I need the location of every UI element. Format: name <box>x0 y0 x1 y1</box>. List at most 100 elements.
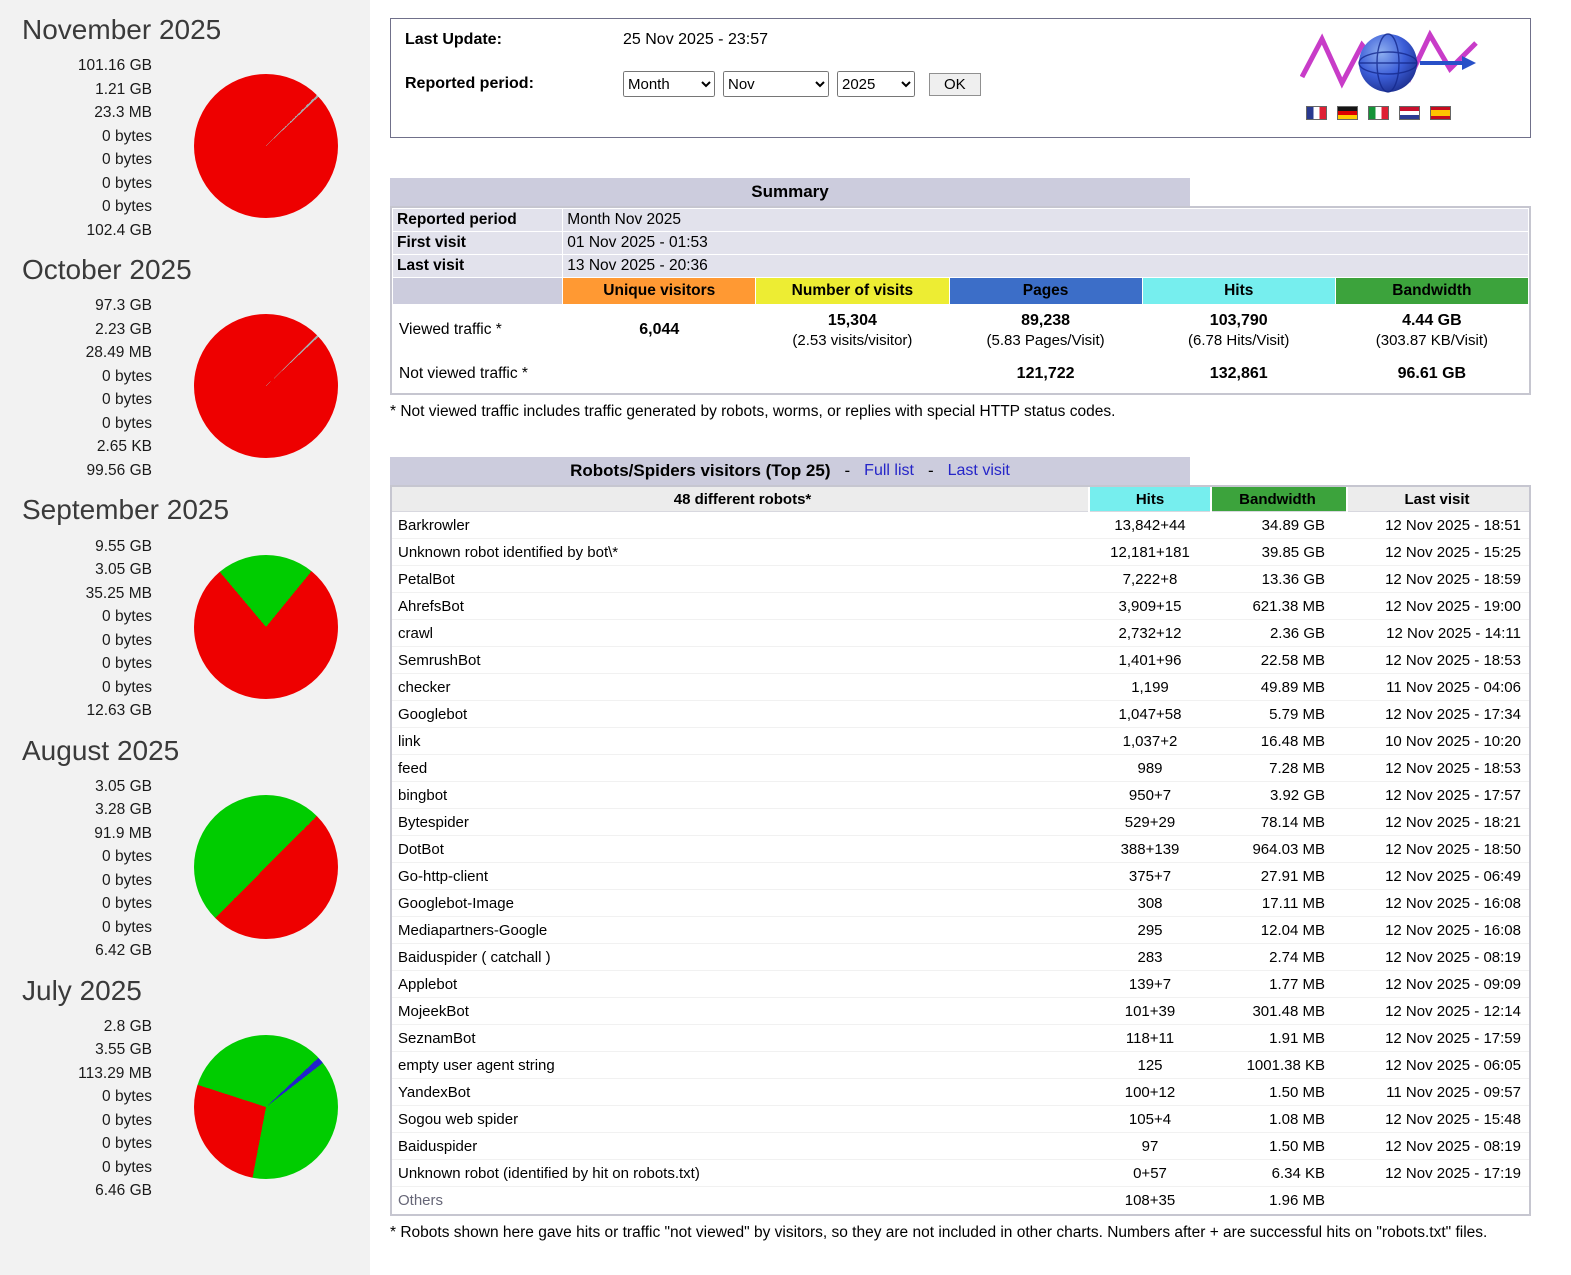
month-value: 1.21 GB <box>0 78 152 102</box>
robot-hits: 2,732+12 <box>1089 620 1211 647</box>
period-month-select[interactable]: Nov <box>723 71 829 97</box>
robot-hits: 3,909+15 <box>1089 593 1211 620</box>
robot-row: Applebot 139+7 1.77 MB 12 Nov 2025 - 09:… <box>392 971 1529 998</box>
viewed-pages: 89,238 (5.83 Pages/Visit) <box>950 305 1142 355</box>
robot-bandwidth: 1.08 MB <box>1211 1106 1347 1133</box>
robot-name: Unknown robot (identified by hit on robo… <box>392 1160 1089 1187</box>
viewed-hits: 103,790 (6.78 Hits/Visit) <box>1143 305 1335 355</box>
robot-bandwidth: 2.74 MB <box>1211 944 1347 971</box>
robot-hits: 1,037+2 <box>1089 728 1211 755</box>
period-granularity-select[interactable]: Month <box>623 71 715 97</box>
robot-bandwidth: 17.11 MB <box>1211 890 1347 917</box>
month-value: 0 bytes <box>0 1109 152 1133</box>
robot-bandwidth: 3.92 GB <box>1211 782 1347 809</box>
robot-bandwidth: 1.96 MB <box>1211 1187 1347 1214</box>
month-pie-chart <box>194 795 338 939</box>
month-value: 0 bytes <box>0 125 152 149</box>
month-title: October 2025 <box>22 254 370 286</box>
robot-row: empty user agent string 125 1001.38 KB 1… <box>392 1052 1529 1079</box>
flag-spain-icon[interactable] <box>1430 106 1451 120</box>
separator: - <box>845 461 851 481</box>
robot-row: AhrefsBot 3,909+15 621.38 MB 12 Nov 2025… <box>392 593 1529 620</box>
month-value: 0 bytes <box>0 629 152 653</box>
robot-row: link 1,037+2 16.48 MB 10 Nov 2025 - 10:2… <box>392 728 1529 755</box>
robot-name: Applebot <box>392 971 1089 998</box>
not-viewed-traffic-label: Not viewed traffic * <box>393 356 562 392</box>
month-value: 0 bytes <box>0 412 152 436</box>
month-values: 101.16 GB1.21 GB23.3 MB0 bytes0 bytes0 b… <box>0 54 152 242</box>
summary-header-bar: Summary <box>390 178 1190 206</box>
robot-last-visit: 12 Nov 2025 - 16:08 <box>1347 890 1529 917</box>
month-value: 6.46 GB <box>0 1179 152 1203</box>
flag-italy-icon[interactable] <box>1368 106 1389 120</box>
robot-last-visit: 12 Nov 2025 - 15:25 <box>1347 539 1529 566</box>
robot-name: link <box>392 728 1089 755</box>
robot-hits: 97 <box>1089 1133 1211 1160</box>
flag-germany-icon[interactable] <box>1337 106 1358 120</box>
robot-row: Barkrowler 13,842+44 34.89 GB 12 Nov 202… <box>392 512 1529 539</box>
flag-netherlands-icon[interactable] <box>1399 106 1420 120</box>
summary-columns-row: Unique visitors Number of visits Pages H… <box>393 278 1528 304</box>
last-update-label: Last Update: <box>405 31 623 49</box>
robot-hits: 0+57 <box>1089 1160 1211 1187</box>
robot-hits: 388+139 <box>1089 836 1211 863</box>
month-value: 0 bytes <box>0 195 152 219</box>
robot-last-visit: 12 Nov 2025 - 18:53 <box>1347 755 1529 782</box>
robots-header-bar: Robots/Spiders visitors (Top 25) - Full … <box>390 457 1190 485</box>
robot-row: Googlebot-Image 308 17.11 MB 12 Nov 2025… <box>392 890 1529 917</box>
robot-bandwidth: 1.50 MB <box>1211 1133 1347 1160</box>
col-unique-visitors: Unique visitors <box>563 278 755 304</box>
month-value: 3.05 GB <box>0 775 152 799</box>
month-summary-block: November 2025 101.16 GB1.21 GB23.3 MB0 b… <box>0 14 370 242</box>
robot-name: Googlebot-Image <box>392 890 1089 917</box>
month-value: 0 bytes <box>0 148 152 172</box>
robot-name: Others <box>392 1187 1089 1214</box>
reported-period-info-row: Reported period Month Nov 2025 <box>393 209 1528 231</box>
col-robots-count: 48 different robots* <box>392 487 1089 512</box>
not-viewed-traffic-row: Not viewed traffic * 121,722 132,861 96.… <box>393 356 1528 392</box>
ok-button[interactable]: OK <box>929 73 981 96</box>
robot-row: feed 989 7.28 MB 12 Nov 2025 - 18:53 <box>392 755 1529 782</box>
robot-row: Go-http-client 375+7 27.91 MB 12 Nov 202… <box>392 863 1529 890</box>
robot-row: Unknown robot identified by bot\* 12,181… <box>392 539 1529 566</box>
robot-hits: 125 <box>1089 1052 1211 1079</box>
robot-name: Baiduspider <box>392 1133 1089 1160</box>
last-visit-link[interactable]: Last visit <box>948 462 1010 480</box>
robot-bandwidth: 1001.38 KB <box>1211 1052 1347 1079</box>
not-viewed-blank <box>563 356 948 392</box>
month-value: 28.49 MB <box>0 341 152 365</box>
robot-hits: 308 <box>1089 890 1211 917</box>
month-value: 0 bytes <box>0 172 152 196</box>
period-year-select[interactable]: 2025 <box>837 71 915 97</box>
robot-row: DotBot 388+139 964.03 MB 12 Nov 2025 - 1… <box>392 836 1529 863</box>
month-value: 2.65 KB <box>0 435 152 459</box>
robot-bandwidth: 964.03 MB <box>1211 836 1347 863</box>
robot-name: AhrefsBot <box>392 593 1089 620</box>
summary-table: Reported period Month Nov 2025 First vis… <box>392 208 1529 393</box>
flag-france-icon[interactable] <box>1306 106 1327 120</box>
col-robot-hits: Hits <box>1089 487 1211 512</box>
robot-row: Sogou web spider 105+4 1.08 MB 12 Nov 20… <box>392 1106 1529 1133</box>
robot-bandwidth: 27.91 MB <box>1211 863 1347 890</box>
robot-hits: 12,181+181 <box>1089 539 1211 566</box>
month-value: 0 bytes <box>0 869 152 893</box>
month-pie-chart <box>194 74 338 218</box>
robot-name: Barkrowler <box>392 512 1089 539</box>
first-visit-info-row: First visit 01 Nov 2025 - 01:53 <box>393 232 1528 254</box>
robot-last-visit: 12 Nov 2025 - 18:53 <box>1347 647 1529 674</box>
month-value: 0 bytes <box>0 1085 152 1109</box>
month-summary-block: August 2025 3.05 GB3.28 GB91.9 MB0 bytes… <box>0 735 370 963</box>
full-list-link[interactable]: Full list <box>864 462 914 480</box>
month-value: 3.05 GB <box>0 558 152 582</box>
robot-last-visit: 12 Nov 2025 - 09:09 <box>1347 971 1529 998</box>
robot-last-visit: 12 Nov 2025 - 15:48 <box>1347 1106 1529 1133</box>
robot-bandwidth: 78.14 MB <box>1211 809 1347 836</box>
robot-name: Baiduspider ( catchall ) <box>392 944 1089 971</box>
awstats-page: November 2025 101.16 GB1.21 GB23.3 MB0 b… <box>0 0 1571 1275</box>
month-value: 2.8 GB <box>0 1015 152 1039</box>
robot-hits: 1,401+96 <box>1089 647 1211 674</box>
month-value: 3.28 GB <box>0 798 152 822</box>
robot-hits: 989 <box>1089 755 1211 782</box>
not-viewed-bandwidth: 96.61 GB <box>1336 356 1528 392</box>
main-content: Last Update: 25 Nov 2025 - 23:57 Reporte… <box>370 0 1571 1275</box>
